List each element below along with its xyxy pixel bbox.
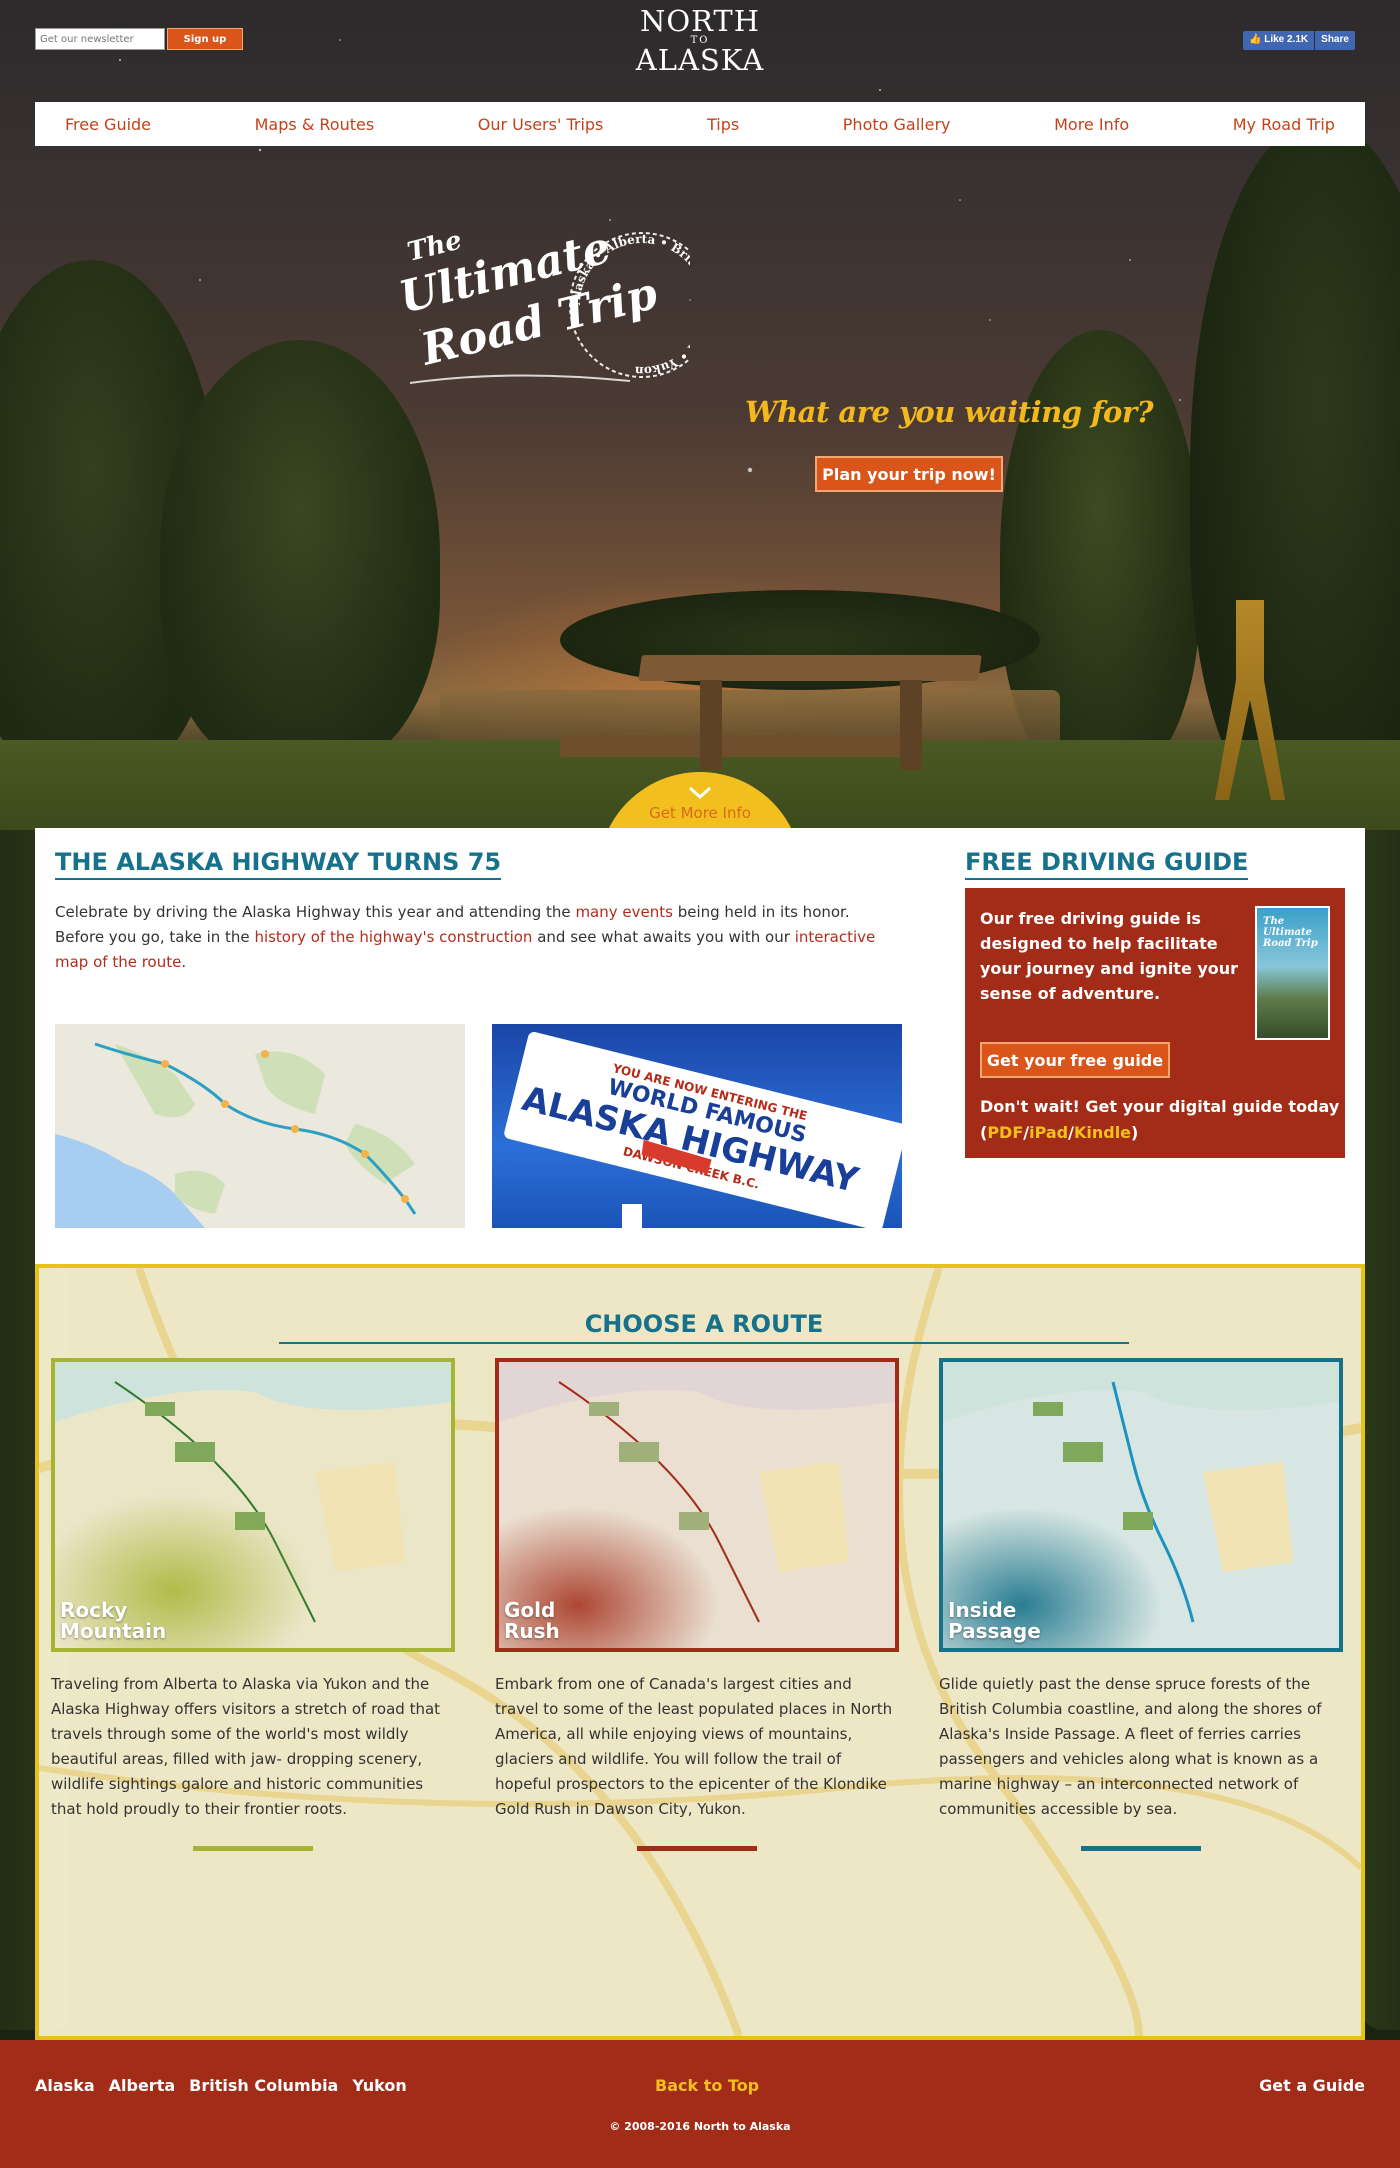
signup-button[interactable]: Sign up xyxy=(167,28,243,50)
footer-link-british-columbia[interactable]: British Columbia xyxy=(189,2076,338,2095)
route-gold-rush[interactable]: Gold Rush Embark from one of Canada's lar… xyxy=(495,1358,899,1851)
intro-text: Celebrate by driving the Alaska Highway … xyxy=(55,903,576,921)
nav-my-road-trip[interactable]: My Road Trip xyxy=(1233,115,1335,134)
highway-heading[interactable]: THE ALASKA HIGHWAY TURNS 75 xyxy=(55,848,502,880)
nav-free-guide[interactable]: Free Guide xyxy=(65,115,151,134)
intro-text: and see what awaits you with our xyxy=(532,928,795,946)
site-footer: Alaska Alberta British Columbia Yukon Ba… xyxy=(0,2040,1400,2168)
many-events-link[interactable]: many events xyxy=(575,903,673,921)
footer-link-alaska[interactable]: Alaska xyxy=(35,2076,95,2095)
sign-graphic: YOU ARE NOW ENTERING THE WORLD FAMOUS AL… xyxy=(504,1032,902,1228)
copyright: © 2008-2016 North to Alaska xyxy=(609,2120,791,2133)
nav-photo-gallery[interactable]: Photo Gallery xyxy=(843,115,951,134)
facebook-like-button[interactable]: 👍 Like 2.1K xyxy=(1243,31,1315,50)
table-leg xyxy=(900,680,922,770)
newsletter-email-input[interactable] xyxy=(35,28,165,50)
guide-heading[interactable]: FREE DRIVING GUIDE xyxy=(965,848,1249,880)
route-description: Embark from one of Canada's largest citi… xyxy=(495,1675,893,1818)
guide-description: Our free driving guide is designed to he… xyxy=(980,909,1239,1003)
footer-link-yukon[interactable]: Yukon xyxy=(352,2076,406,2095)
newsletter-form: Sign up xyxy=(35,28,243,50)
chevron-down-icon xyxy=(688,786,712,800)
map-graphic xyxy=(55,1024,465,1228)
ipad-link[interactable]: iPad xyxy=(1029,1123,1068,1142)
site-logo[interactable]: NORTH TO ALASKA xyxy=(620,4,780,77)
footer-region-links: Alaska Alberta British Columbia Yukon xyxy=(35,2076,407,2095)
route-map-image[interactable]: Gold Rush xyxy=(495,1358,899,1652)
kindle-link[interactable]: Kindle xyxy=(1074,1123,1131,1142)
highway-intro: Celebrate by driving the Alaska Highway … xyxy=(55,900,885,975)
route-description: Glide quietly past the dense spruce fore… xyxy=(939,1675,1322,1818)
choose-route-section: CHOOSE A ROUTE Rocky Mountain Traveling f… xyxy=(35,1264,1365,2040)
plan-trip-button[interactable]: Plan your trip now! xyxy=(815,456,1003,492)
main-nav: Free Guide Maps & Routes Our Users' Trip… xyxy=(35,102,1365,146)
choose-route-heading: CHOOSE A ROUTE xyxy=(279,1310,1129,1344)
footer-link-alberta[interactable]: Alberta xyxy=(109,2076,176,2095)
facebook-share-button[interactable]: Share xyxy=(1315,31,1355,50)
tree-silhouette xyxy=(160,340,440,770)
route-label-line2: Passage xyxy=(948,1619,1041,1643)
logo-line1: NORTH xyxy=(639,4,761,38)
history-link[interactable]: history of the highway's construction xyxy=(254,928,532,946)
table-leg xyxy=(700,680,722,770)
like-count: Like 2.1K xyxy=(1264,34,1309,45)
picnic-bench xyxy=(560,735,920,757)
route-description: Traveling from Alberta to Alaska via Yuk… xyxy=(51,1675,441,1818)
route-divider xyxy=(1081,1846,1201,1851)
tree-silhouette xyxy=(1362,830,1400,2030)
intro-text: . xyxy=(181,953,187,971)
logo-line3: ALASKA xyxy=(635,43,765,77)
route-divider xyxy=(193,1846,313,1851)
route-map-image[interactable]: Rocky Mountain xyxy=(51,1358,455,1652)
alaska-highway-sign-photo[interactable]: YOU ARE NOW ENTERING THE WORLD FAMOUS AL… xyxy=(492,1024,902,1228)
route-map-thumbnail[interactable] xyxy=(55,1024,465,1228)
get-free-guide-button[interactable]: Get your free guide xyxy=(980,1042,1170,1078)
route-rocky-mountain[interactable]: Rocky Mountain Traveling from Alberta to … xyxy=(51,1358,455,1851)
get-more-info-label: Get More Info xyxy=(649,804,751,822)
hero-tagline: What are you waiting for? xyxy=(745,395,1154,429)
nav-users-trips[interactable]: Our Users' Trips xyxy=(478,115,604,134)
route-label: Gold Rush xyxy=(504,1600,560,1642)
picnic-table xyxy=(638,655,982,681)
back-to-top-link[interactable]: Back to Top xyxy=(655,2076,759,2095)
route-map-image[interactable]: Inside Passage xyxy=(939,1358,1343,1652)
footer-get-guide-link[interactable]: Get a Guide xyxy=(1259,2076,1365,2095)
route-label-line2: Rush xyxy=(504,1619,560,1643)
guide-cover-title: The Ultimate Road Trip xyxy=(1263,916,1318,949)
highway-section: THE ALASKA HIGHWAY TURNS 75 Celebrate by… xyxy=(35,828,1365,1264)
route-label: Inside Passage xyxy=(948,1600,1041,1642)
nav-more-info[interactable]: More Info xyxy=(1054,115,1129,134)
route-divider xyxy=(637,1846,757,1851)
route-label: Rocky Mountain xyxy=(60,1600,166,1642)
nav-maps-routes[interactable]: Maps & Routes xyxy=(255,115,375,134)
digital-guide-formats: (PDF/iPad/Kindle) xyxy=(980,1123,1139,1142)
ultimate-road-trip-stamp: Alaska • Alberta • British Columbia • Yu… xyxy=(394,222,690,384)
facebook-widget: 👍 Like 2.1K Share xyxy=(1243,31,1355,50)
route-label-line2: Mountain xyxy=(60,1619,167,1643)
pdf-link[interactable]: PDF xyxy=(987,1123,1023,1142)
thumbs-up-icon: 👍 xyxy=(1249,34,1262,45)
route-inside-passage[interactable]: Inside Passage Glide quietly past the den… xyxy=(939,1358,1343,1851)
free-guide-box: Our free driving guide is designed to he… xyxy=(965,888,1345,1158)
nav-tips[interactable]: Tips xyxy=(707,115,739,134)
guide-cover-image[interactable]: The Ultimate Road Trip xyxy=(1255,906,1330,1040)
digital-guide-text: Don't wait! Get your digital guide today… xyxy=(980,1094,1339,1146)
digital-guide-label: Don't wait! Get your digital guide today xyxy=(980,1097,1340,1116)
